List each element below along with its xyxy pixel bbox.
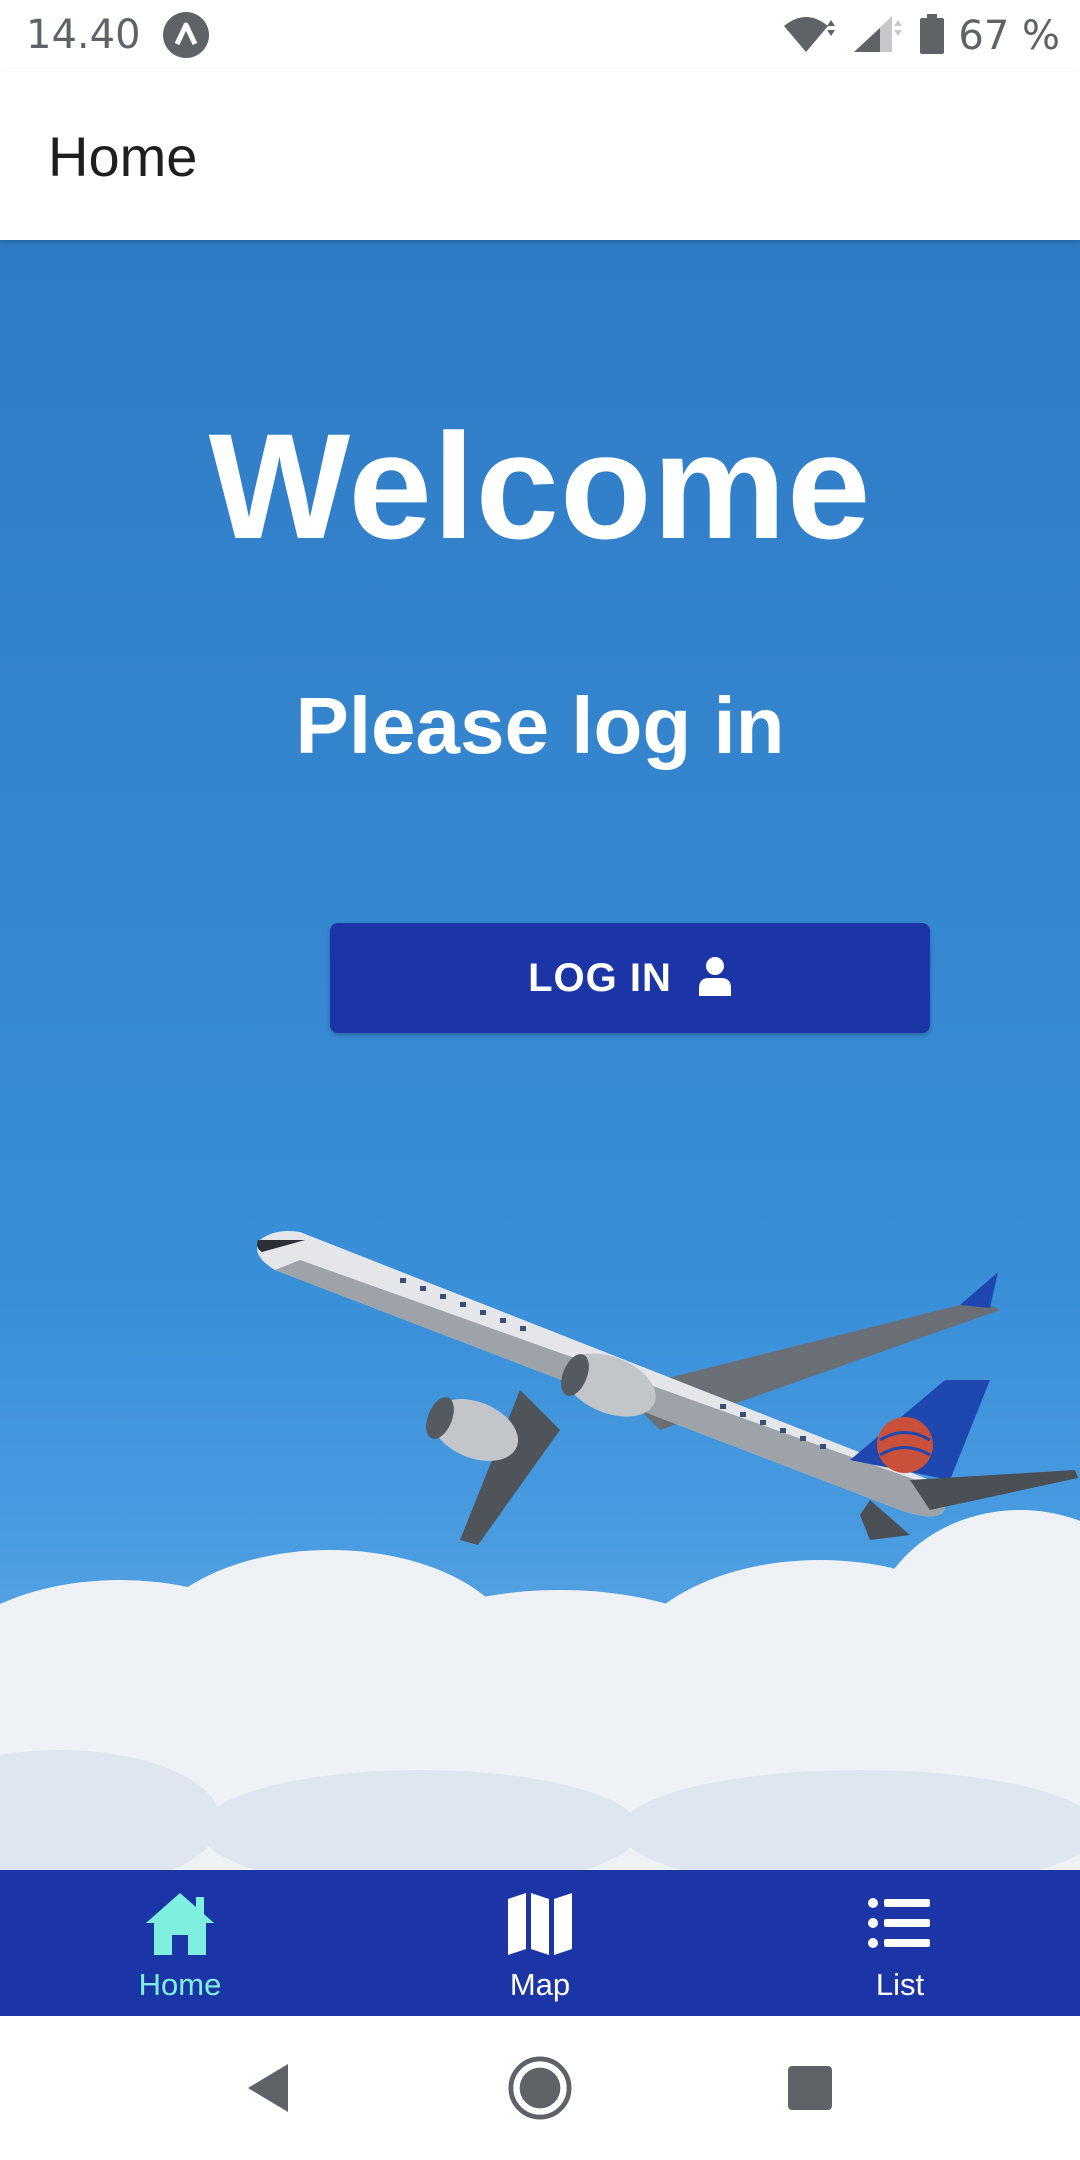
login-prompt: Please log in xyxy=(295,681,785,770)
system-navigation-bar xyxy=(0,2016,1080,2160)
user-icon xyxy=(698,956,732,1001)
tab-label-home: Home xyxy=(138,1967,222,2002)
battery-icon xyxy=(920,13,945,59)
login-button[interactable]: LOG IN xyxy=(330,923,930,1033)
login-button-label: LOG IN xyxy=(528,955,672,1000)
app-bar: Home xyxy=(0,72,1080,240)
back-icon[interactable] xyxy=(236,2056,300,2120)
welcome-title: Welcome xyxy=(208,402,872,570)
tab-home[interactable]: Home xyxy=(0,1870,360,2016)
airplane-background-image xyxy=(0,1231,1080,1870)
map-icon xyxy=(506,1883,574,1963)
status-icons: 67 % xyxy=(782,8,1060,64)
signal-icon xyxy=(852,14,906,59)
app-notification-icon xyxy=(163,12,209,58)
bottom-tab-bar: Home Map List xyxy=(0,1870,1080,2016)
hero-banner: Welcome Please log in LOG IN xyxy=(0,240,1080,1870)
status-time: 14.40 xyxy=(26,12,141,58)
home-icon xyxy=(144,1883,216,1963)
battery-percentage: 67 % xyxy=(958,13,1060,59)
home-circle-icon[interactable] xyxy=(508,2056,572,2120)
tab-map[interactable]: Map xyxy=(360,1870,720,2016)
status-bar: 14.40 67 % xyxy=(0,0,1080,72)
wifi-icon xyxy=(782,14,838,59)
list-icon xyxy=(868,1883,932,1963)
recents-icon[interactable] xyxy=(778,2056,842,2120)
tab-label-map: Map xyxy=(509,1967,571,2002)
page-title: Home xyxy=(48,125,198,188)
tab-label-list: List xyxy=(875,1967,925,2002)
tab-list[interactable]: List xyxy=(720,1870,1080,2016)
